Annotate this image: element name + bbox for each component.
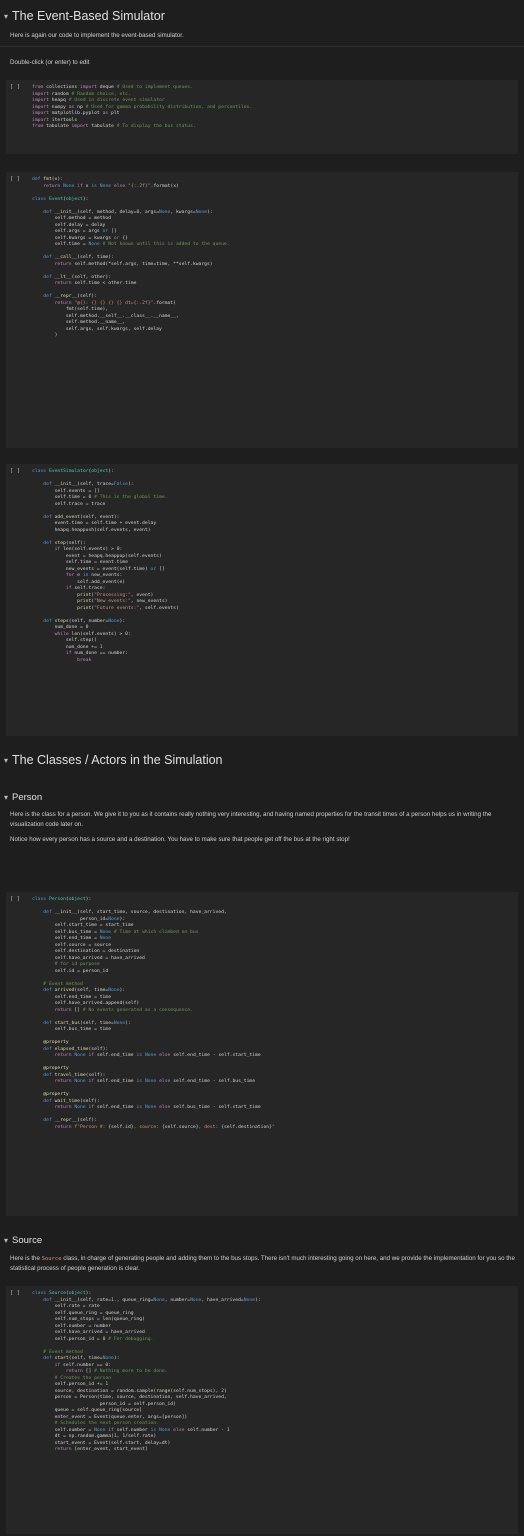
code-cell-event-simulator[interactable]: [ ] class EventSimulator(object): def __… (6, 464, 518, 736)
section-header-event-sim[interactable]: ▾ The Event-Based Simulator (0, 8, 165, 24)
code-cell-source[interactable]: [ ] class Source(object): def __init__(s… (6, 1286, 518, 1534)
section-header-classes[interactable]: ▾ The Classes / Actors in the Simulation (0, 752, 223, 768)
run-cell-marker[interactable]: [ ] (10, 176, 20, 182)
person-paragraph-2: Notice how every person has a source and… (10, 836, 350, 843)
section-title: Person (12, 791, 43, 803)
section-header-person[interactable]: ▾ Person (0, 790, 42, 804)
source-text-post: class, in charge of generating people an… (10, 1255, 515, 1272)
edit-hint-text: Double-click (or enter) to edit (10, 59, 90, 66)
run-cell-marker[interactable]: [ ] (10, 896, 20, 902)
code-person[interactable]: class Person(object): def __init__(self,… (32, 897, 275, 1131)
code-cell-person[interactable]: [ ] class Person(object): def __init__(s… (6, 892, 518, 1216)
source-paragraph: Here is the Source class, in charge of g… (10, 1254, 518, 1274)
source-text-pre: Here is the (10, 1255, 42, 1262)
chevron-down-icon[interactable]: ▾ (0, 793, 12, 802)
code-imports[interactable]: from collections import deque # Used to … (32, 85, 252, 131)
inline-code-source: Source (41, 1256, 62, 1262)
intro-text: Here is again our code to implement the … (10, 32, 184, 39)
code-cell-event[interactable]: [ ] def fmt(x): return None if x is None… (6, 172, 518, 448)
code-event-simulator[interactable]: class EventSimulator(object): def __init… (32, 469, 179, 664)
run-cell-marker[interactable]: [ ] (10, 1290, 20, 1296)
code-source[interactable]: class Source(object): def __init__(self,… (32, 1291, 261, 1454)
chevron-down-icon[interactable]: ▾ (0, 756, 12, 765)
markdown-intro[interactable]: Here is again our code to implement the … (10, 31, 518, 41)
code-event[interactable]: def fmt(x): return None if x is None els… (32, 177, 230, 340)
section-title: The Event-Based Simulator (12, 9, 165, 23)
markdown-source[interactable]: Here is the Source class, in charge of g… (10, 1254, 518, 1274)
run-cell-marker[interactable]: [ ] (10, 468, 20, 474)
chevron-down-icon[interactable]: ▾ (0, 1236, 12, 1245)
edit-hint[interactable]: Double-click (or enter) to edit (10, 58, 518, 68)
section-title: Source (12, 1234, 43, 1246)
chevron-down-icon[interactable]: ▾ (0, 12, 12, 21)
section-header-source[interactable]: ▾ Source (0, 1233, 42, 1247)
run-cell-marker[interactable]: [ ] (10, 84, 20, 90)
person-paragraph-1: Here is the class for a person. We give … (10, 811, 492, 828)
section-title: The Classes / Actors in the Simulation (12, 753, 223, 767)
markdown-person[interactable]: Here is the class for a person. We give … (10, 810, 518, 845)
code-cell-imports[interactable]: [ ] from collections import deque # Used… (6, 80, 518, 154)
